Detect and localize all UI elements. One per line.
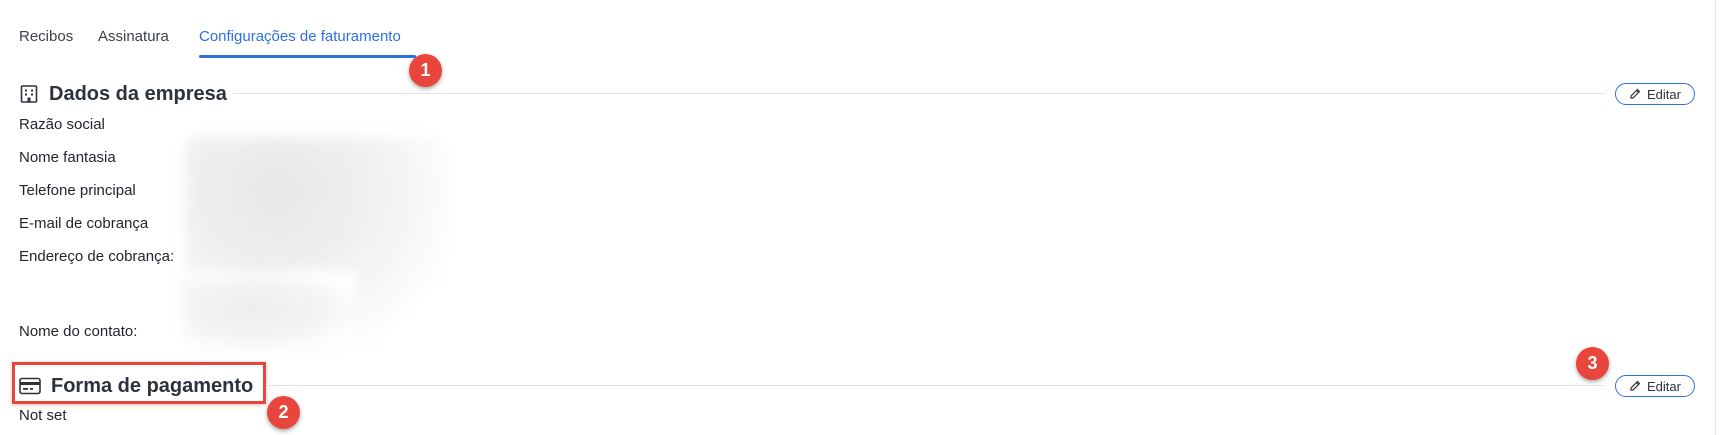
field-razao-social-label: Razão social bbox=[19, 116, 105, 133]
annotation-badge-2: 2 bbox=[267, 396, 300, 429]
edit-payment-label: Editar bbox=[1647, 378, 1681, 394]
company-section-title: Dados da empresa bbox=[49, 82, 227, 105]
tab-configuracoes-faturamento[interactable]: Configurações de faturamento bbox=[199, 28, 401, 45]
active-tab-indicator bbox=[199, 55, 416, 58]
section-divider bbox=[233, 93, 1605, 94]
field-nome-fantasia-label: Nome fantasia bbox=[19, 149, 116, 166]
field-telefone-label: Telefone principal bbox=[19, 182, 136, 199]
edit-payment-button[interactable]: Editar bbox=[1615, 375, 1695, 397]
payment-method-value: Not set bbox=[19, 407, 67, 424]
edit-company-label: Editar bbox=[1647, 86, 1681, 102]
annotation-badge-3: 3 bbox=[1576, 347, 1609, 380]
pencil-icon bbox=[1629, 380, 1641, 392]
field-endereco-cobranca-label: Endereço de cobrança: bbox=[19, 248, 175, 265]
pencil-icon bbox=[1629, 88, 1641, 100]
building-icon bbox=[19, 84, 39, 104]
company-section-header: Dados da empresa bbox=[19, 79, 227, 109]
annotation-highlight-box bbox=[12, 362, 266, 404]
section-divider bbox=[268, 385, 1605, 386]
tab-assinatura[interactable]: Assinatura bbox=[98, 28, 169, 45]
frame-edge bbox=[1715, 0, 1716, 435]
tab-recibos[interactable]: Recibos bbox=[19, 28, 73, 45]
redacted-contact bbox=[186, 270, 356, 350]
edit-company-button[interactable]: Editar bbox=[1615, 83, 1695, 105]
field-email-cobranca-label: E-mail de cobrança bbox=[19, 215, 149, 232]
field-nome-contato-label: Nome do contato: bbox=[19, 323, 138, 340]
annotation-badge-1: 1 bbox=[409, 54, 442, 87]
